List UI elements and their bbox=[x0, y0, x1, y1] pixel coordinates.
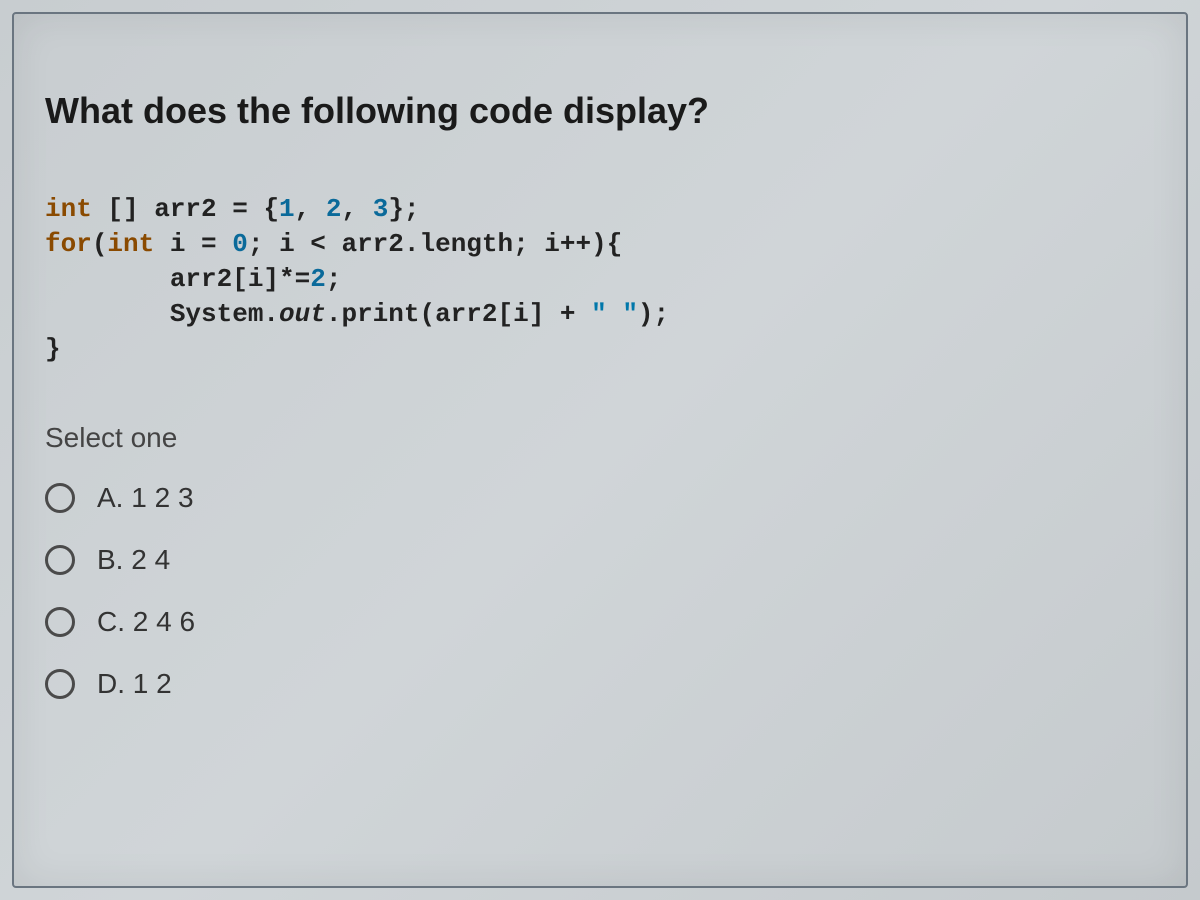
code-token: i = bbox=[154, 229, 232, 259]
code-token: ( bbox=[92, 229, 108, 259]
option-label: C. 2 4 6 bbox=[97, 606, 195, 638]
options-group: A. 1 2 3 B. 2 4 C. 2 4 6 D. 1 2 bbox=[45, 482, 1155, 700]
code-token: for bbox=[45, 229, 92, 259]
code-token: int bbox=[107, 229, 154, 259]
radio-icon bbox=[45, 545, 75, 575]
code-token: } bbox=[45, 334, 61, 364]
code-token: 1 bbox=[279, 194, 295, 224]
code-token: 2 bbox=[310, 264, 326, 294]
select-one-label: Select one bbox=[45, 422, 1155, 454]
option-label: D. 1 2 bbox=[97, 668, 172, 700]
code-token: 2 bbox=[326, 194, 342, 224]
code-token: ; bbox=[326, 264, 342, 294]
option-a[interactable]: A. 1 2 3 bbox=[45, 482, 1155, 514]
radio-icon bbox=[45, 669, 75, 699]
option-b[interactable]: B. 2 4 bbox=[45, 544, 1155, 576]
code-token: ; i < arr2.length; i++){ bbox=[248, 229, 622, 259]
code-token: 0 bbox=[232, 229, 248, 259]
code-token: 3 bbox=[373, 194, 389, 224]
option-label: A. 1 2 3 bbox=[97, 482, 194, 514]
code-token: int bbox=[45, 194, 92, 224]
radio-icon bbox=[45, 607, 75, 637]
code-token: " " bbox=[591, 299, 638, 329]
option-d[interactable]: D. 1 2 bbox=[45, 668, 1155, 700]
radio-icon bbox=[45, 483, 75, 513]
code-token: ); bbox=[638, 299, 669, 329]
question-title: What does the following code display? bbox=[45, 90, 1155, 132]
code-token: System. bbox=[45, 299, 279, 329]
code-token: arr2[i]*= bbox=[45, 264, 310, 294]
code-token: , bbox=[341, 194, 372, 224]
code-block: int [] arr2 = {1, 2, 3}; for(int i = 0; … bbox=[45, 192, 1155, 367]
code-token: }; bbox=[388, 194, 419, 224]
code-token: [] arr2 = { bbox=[92, 194, 279, 224]
code-token: , bbox=[295, 194, 326, 224]
option-label: B. 2 4 bbox=[97, 544, 170, 576]
option-c[interactable]: C. 2 4 6 bbox=[45, 606, 1155, 638]
code-token: out bbox=[279, 299, 326, 329]
code-token: .print(arr2[i] + bbox=[326, 299, 591, 329]
